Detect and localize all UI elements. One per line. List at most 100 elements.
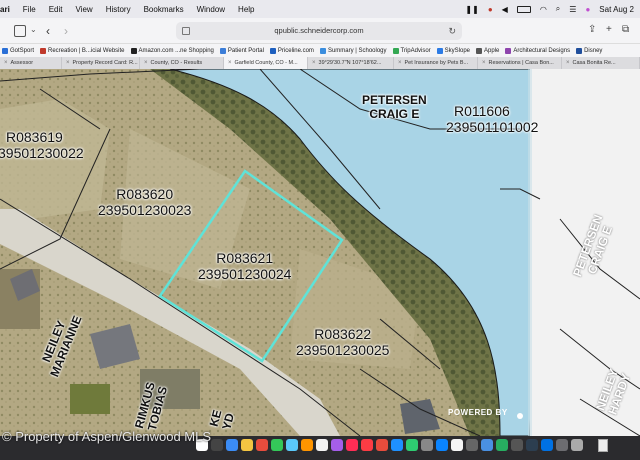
bookmark-item[interactable]: Recreation | B...icial Website — [40, 47, 125, 54]
tab-4[interactable]: × 39°29'30.7"N 107°18'62... — [308, 57, 394, 69]
bookmark-item[interactable]: Amazon.com ...ne Shopping — [130, 47, 214, 54]
bookmark-item[interactable]: Patient Portal — [219, 47, 264, 54]
parcel-label-r083620[interactable]: R083620 239501230023 — [98, 186, 191, 218]
parcel-label-r011606[interactable]: R011606 239501101002 — [446, 103, 538, 135]
menu-clock[interactable]: Sat Aug 2 — [599, 5, 634, 14]
wifi-icon[interactable]: ◠ — [540, 5, 547, 14]
menu-edit[interactable]: Edit — [49, 5, 63, 14]
share-icon[interactable]: ⇪ — [588, 24, 596, 35]
dock-app-icon[interactable] — [436, 439, 448, 451]
close-tab-icon[interactable]: × — [312, 60, 316, 66]
parcel-label-r083622[interactable]: R083622 239501230025 — [296, 326, 389, 358]
dock-app-icon[interactable] — [481, 439, 493, 451]
parcel-map[interactable]: R083619 39501230022 R083620 239501230023… — [0, 69, 640, 436]
dock-app-icon[interactable] — [451, 439, 463, 451]
menu-history[interactable]: History — [106, 5, 131, 14]
address-bar[interactable]: qpublic.schneidercorp.com ↻ — [176, 22, 462, 40]
dock-app-icon[interactable] — [526, 439, 538, 451]
document-icon[interactable] — [598, 439, 608, 452]
menu-bookmarks[interactable]: Bookmarks — [144, 5, 184, 14]
battery-icon[interactable] — [516, 5, 531, 13]
tab-7[interactable]: × Casa Bonita Re... — [562, 57, 640, 69]
bookmark-item[interactable]: Summary | Schoology — [319, 47, 387, 54]
dock-app-icon[interactable] — [271, 439, 283, 451]
pause-icon[interactable]: ❚❚ — [465, 5, 478, 14]
dock-app-icon[interactable] — [211, 439, 223, 451]
copyright-watermark: © Property of Aspen/Glenwood MLS — [2, 429, 212, 444]
control-center-icon[interactable]: ☰ — [569, 5, 576, 14]
tab-2[interactable]: × County, CO - Results — [140, 57, 224, 69]
close-tab-icon[interactable]: × — [228, 60, 232, 66]
close-tab-icon[interactable]: × — [398, 60, 402, 66]
tab-label: Casa Bonita Re... — [572, 60, 616, 66]
dock-app-icon[interactable] — [391, 439, 403, 451]
dock-app-icon[interactable] — [301, 439, 313, 451]
close-tab-icon[interactable]: × — [482, 60, 486, 66]
dock-app-icon[interactable] — [286, 439, 298, 451]
record-icon[interactable]: ● — [488, 5, 493, 14]
sidebar-toggle-icon[interactable] — [14, 25, 26, 37]
new-tab-icon[interactable]: + — [606, 24, 612, 35]
parcel-number: 239501101002 — [446, 119, 539, 135]
dock-app-icon[interactable] — [256, 439, 268, 451]
parcel-label-r083621[interactable]: R083621 239501230024 — [198, 250, 291, 282]
dock-app-icon[interactable] — [511, 439, 523, 451]
tab-label: Assessor — [10, 60, 34, 66]
tab-6[interactable]: × Reservations | Casa Bon... — [478, 57, 562, 69]
dock-app-icon[interactable] — [241, 439, 253, 451]
bookmark-item[interactable]: GotSport — [2, 47, 35, 54]
close-tab-icon[interactable]: × — [144, 60, 148, 66]
dock-app-icon[interactable] — [421, 439, 433, 451]
dock-app-icon[interactable] — [556, 439, 568, 451]
menu-bar: ari File Edit View History Bookmarks Win… — [0, 0, 640, 18]
bookmark-label: Apple — [484, 47, 500, 54]
dock-app-icon[interactable] — [226, 439, 238, 451]
dock-app-icon[interactable] — [376, 439, 388, 451]
close-tab-icon[interactable]: × — [566, 60, 570, 66]
dock-app-icon[interactable] — [316, 439, 328, 451]
tab-1[interactable]: × Property Record Card: R... — [62, 57, 140, 69]
bookmark-favicon-icon — [505, 47, 512, 54]
bookmark-item[interactable]: Architectural Designs — [505, 47, 570, 54]
powered-by-label: POWERED BY — [448, 408, 508, 417]
dock-app-icon[interactable] — [331, 439, 343, 451]
reload-icon[interactable]: ↻ — [448, 22, 456, 40]
tab-label: 39°29'30.7"N 107°18'62... — [318, 60, 382, 66]
dock-app-icon[interactable] — [346, 439, 358, 451]
menu-window[interactable]: Window — [197, 5, 225, 14]
bookmark-label: Recreation | B...icial Website — [48, 47, 125, 54]
bookmark-label: Summary | Schoology — [327, 47, 387, 54]
tab-3[interactable]: × Garfield County, CO - M... — [224, 57, 308, 69]
close-tab-icon[interactable]: × — [66, 60, 70, 66]
chevron-down-icon[interactable]: ⌄ — [30, 25, 42, 37]
bookmark-item[interactable]: Disney — [576, 47, 602, 54]
volume-icon[interactable]: ◀︎ — [502, 5, 508, 14]
back-button[interactable]: ‹ — [46, 25, 58, 37]
tab-5[interactable]: × Pet Insurance by Pets B... — [394, 57, 478, 69]
bookmark-item[interactable]: Priceline.com — [269, 47, 314, 54]
search-icon[interactable]: ⌕ — [556, 4, 560, 14]
dock-app-icon[interactable] — [361, 439, 373, 451]
dock-app-icon[interactable] — [541, 439, 553, 451]
parcel-label-r083619[interactable]: R083619 39501230022 — [0, 129, 84, 161]
bookmark-item[interactable]: TripAdvisor — [392, 47, 431, 54]
tab-overview-icon[interactable]: ⧉ — [622, 24, 629, 35]
tab-0[interactable]: × Assessor — [0, 57, 62, 69]
menu-view[interactable]: View — [75, 5, 92, 14]
dock-app-icon[interactable] — [466, 439, 478, 451]
menu-app-name[interactable]: ari — [0, 5, 10, 14]
dock-app-icon[interactable] — [496, 439, 508, 451]
tab-label: Reservations | Casa Bon... — [488, 60, 554, 66]
dock-app-icon[interactable] — [571, 439, 583, 451]
close-tab-icon[interactable]: × — [4, 60, 8, 66]
bookmark-item[interactable]: SkySlope — [436, 47, 470, 54]
menu-help[interactable]: Help — [238, 5, 254, 14]
bookmark-label: GotSport — [10, 47, 35, 54]
siri-icon[interactable]: ● — [585, 5, 590, 14]
bookmarks-bar: GotSport Recreation | B...icial Website Am… — [0, 44, 640, 57]
dock-app-icon[interactable] — [406, 439, 418, 451]
browser-toolbar: ⌄ ‹ › qpublic.schneidercorp.com ↻ ⇪ + ⧉ — [0, 18, 640, 44]
bookmark-item[interactable]: Apple — [476, 47, 500, 54]
forward-button[interactable]: › — [64, 25, 76, 37]
menu-file[interactable]: File — [23, 5, 36, 14]
